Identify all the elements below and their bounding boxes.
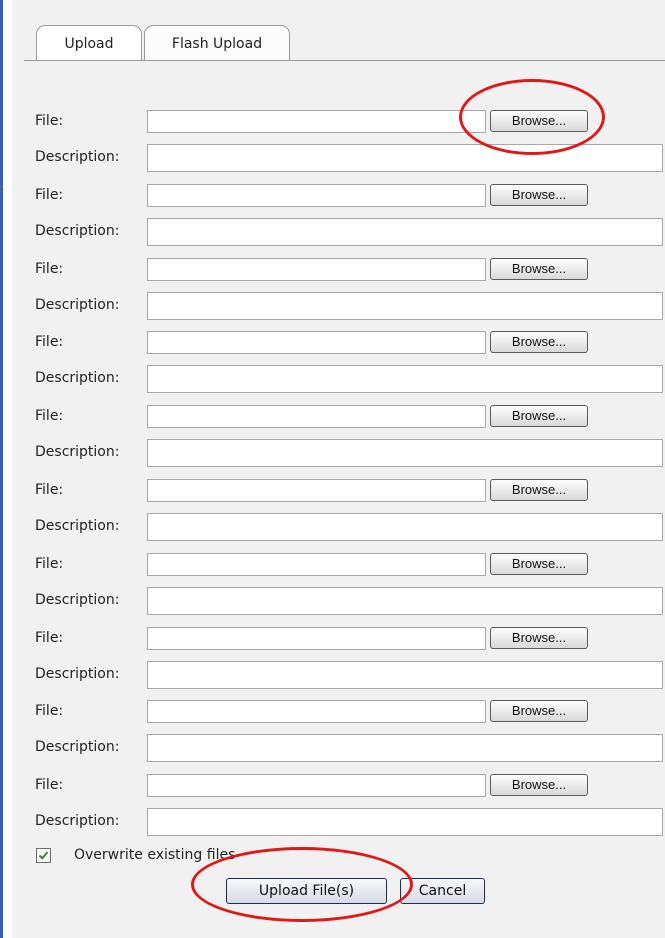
description-input[interactable] (147, 439, 663, 467)
browse-button[interactable]: Browse... (490, 405, 588, 427)
browse-button[interactable]: Browse... (490, 331, 588, 353)
file-label: File: (35, 556, 64, 572)
file-input[interactable] (147, 331, 486, 354)
overwrite-checkbox[interactable] (36, 848, 51, 863)
description-input[interactable] (147, 513, 663, 541)
file-label: File: (35, 334, 64, 350)
description-label: Description: (35, 518, 120, 534)
description-input[interactable] (147, 218, 663, 246)
description-input[interactable] (147, 587, 663, 615)
browse-button[interactable]: Browse... (490, 627, 588, 649)
file-input[interactable] (147, 479, 486, 502)
description-label: Description: (35, 223, 120, 239)
description-label: Description: (35, 370, 120, 386)
file-label: File: (35, 113, 64, 129)
browse-button[interactable]: Browse... (490, 258, 588, 280)
description-label: Description: (35, 149, 120, 165)
overwrite-label: Overwrite existing files (74, 847, 236, 863)
annotation-circle-browse (459, 79, 605, 155)
description-input[interactable] (147, 808, 663, 836)
file-input[interactable] (147, 627, 486, 650)
description-input[interactable] (147, 661, 663, 689)
file-input[interactable] (147, 700, 486, 723)
description-input[interactable] (147, 365, 663, 393)
file-label: File: (35, 482, 64, 498)
browse-button[interactable]: Browse... (490, 184, 588, 206)
file-input[interactable] (147, 184, 486, 207)
tab-flash-upload[interactable]: Flash Upload (144, 25, 290, 61)
file-input[interactable] (147, 110, 486, 133)
checkmark-icon (38, 851, 49, 860)
browse-button[interactable]: Browse... (490, 700, 588, 722)
description-label: Description: (35, 592, 120, 608)
description-label: Description: (35, 297, 120, 313)
file-input[interactable] (147, 258, 486, 281)
annotation-circle-upload (191, 847, 413, 922)
file-label: File: (35, 703, 64, 719)
description-label: Description: (35, 739, 120, 755)
tab-upload[interactable]: Upload (36, 25, 142, 61)
file-label: File: (35, 408, 64, 424)
file-label: File: (35, 261, 64, 277)
description-label: Description: (35, 444, 120, 460)
file-input[interactable] (147, 774, 486, 797)
browse-button[interactable]: Browse... (490, 774, 588, 796)
left-edge-rule (0, 0, 3, 938)
file-input[interactable] (147, 553, 486, 576)
file-label: File: (35, 187, 64, 203)
browse-button[interactable]: Browse... (490, 553, 588, 575)
file-label: File: (35, 630, 64, 646)
description-input[interactable] (147, 292, 663, 320)
browse-button[interactable]: Browse... (490, 479, 588, 501)
left-edge-marker: › (0, 183, 5, 196)
tab-underline (24, 60, 665, 61)
description-label: Description: (35, 666, 120, 682)
description-label: Description: (35, 813, 120, 829)
description-input[interactable] (147, 734, 663, 762)
file-input[interactable] (147, 405, 486, 428)
file-label: File: (35, 777, 64, 793)
description-input[interactable] (147, 144, 663, 172)
